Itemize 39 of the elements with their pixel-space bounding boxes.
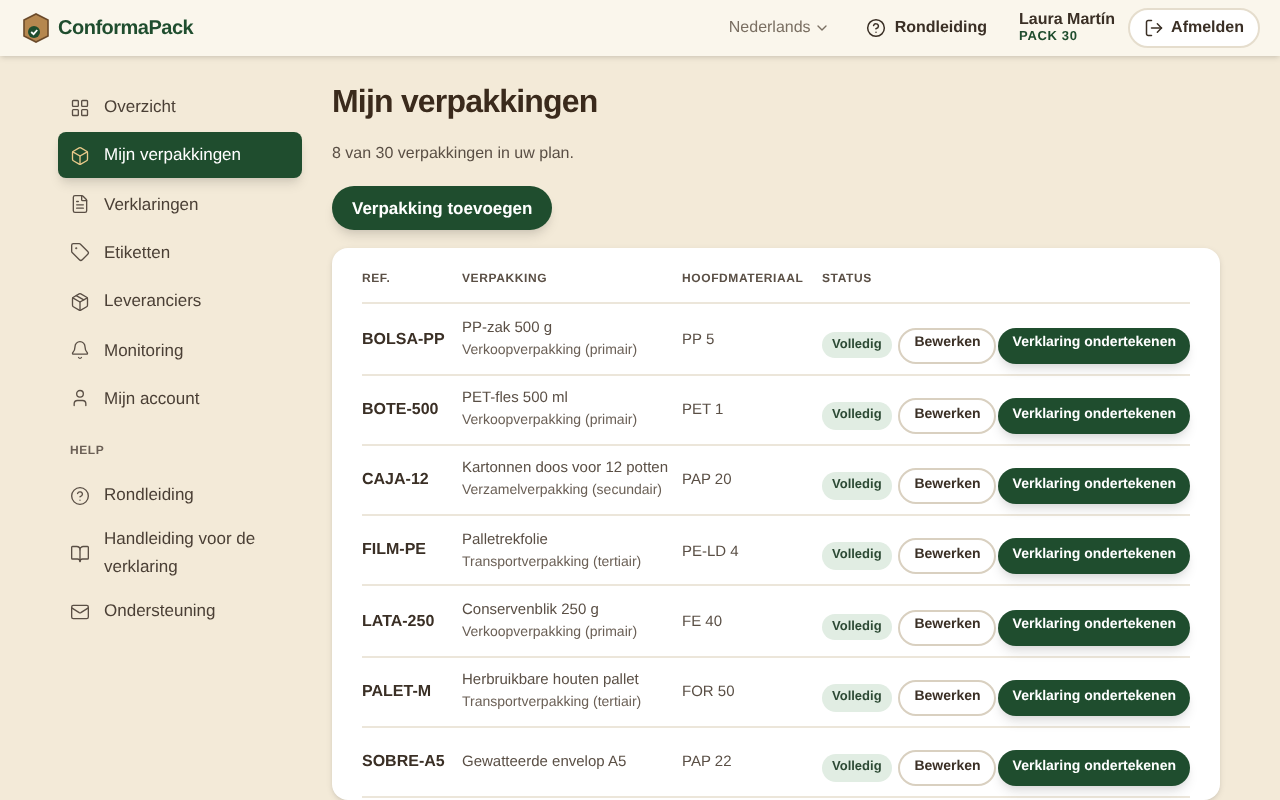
grid-icon (70, 97, 90, 117)
language-select[interactable]: Nederlands (728, 16, 831, 40)
sidebar-item[interactable]: Overzicht (58, 84, 302, 130)
page-title: Mijn verpakkingen (332, 84, 600, 124)
tour-link[interactable]: Rondleiding (866, 16, 988, 40)
sidebar-item[interactable]: Etiketten (58, 229, 302, 276)
table-cell: CAJA-12 (362, 444, 462, 516)
package-icon (70, 291, 90, 312)
table-cell: PALET-M (362, 656, 462, 727)
user-name: Laura Martín (1019, 9, 1116, 30)
sidebar-item[interactable]: Handleiding voor de verklaring (58, 522, 302, 585)
chevron-down-icon (814, 20, 831, 36)
logout-button[interactable]: Afmelden (1127, 8, 1260, 48)
table-cell: BOLSA-PP (362, 303, 462, 375)
sidebar-item[interactable]: Mijn verpakkingen (58, 132, 302, 179)
mail-icon (70, 601, 90, 622)
help-icon (866, 18, 887, 38)
table-cell: BOTE-500 (362, 374, 462, 445)
logout-icon (1143, 18, 1164, 38)
sidebar-item[interactable]: Ondersteuning (58, 588, 302, 635)
sidebar-item[interactable]: Leveranciers (58, 278, 302, 325)
box-logo-icon (20, 12, 52, 44)
document-icon (70, 194, 90, 215)
table-cell: FILM-PE (362, 515, 462, 586)
sidebar-item[interactable]: Verklaringen (58, 181, 302, 228)
sidebar-item[interactable]: Monitoring (58, 326, 302, 373)
help-icon (70, 485, 90, 506)
table-cell: LATA-250 (362, 585, 462, 657)
book-icon (70, 543, 90, 564)
table-cell: SOBRE-A5 (362, 726, 462, 798)
plan-usage-text: 8 van 30 verpakkingen in uw plan. (332, 142, 576, 166)
bell-icon (70, 339, 90, 360)
add-packaging-button[interactable]: Verpakking toevoegen (332, 186, 553, 231)
logo-text: ConformaPack (58, 15, 194, 43)
tag-icon (70, 242, 90, 263)
user-icon (70, 388, 90, 409)
box-icon (70, 145, 90, 166)
sidebar-item[interactable]: Mijn account (58, 375, 302, 422)
sidebar-item[interactable]: Rondleiding (58, 472, 302, 519)
